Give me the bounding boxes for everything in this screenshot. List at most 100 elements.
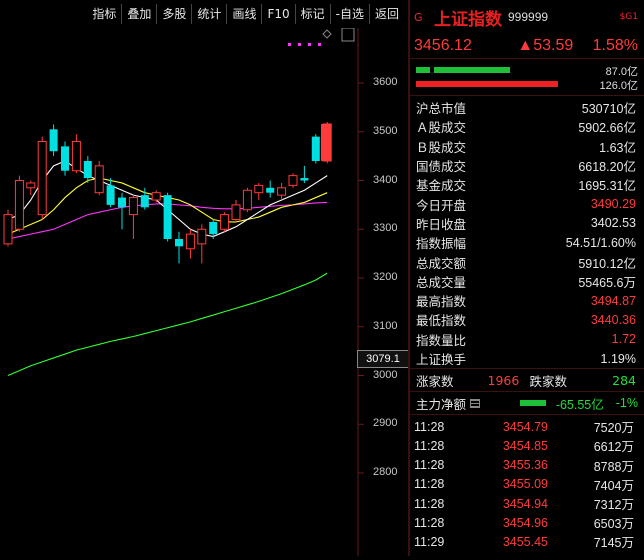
stat-label: 最低指数: [416, 313, 467, 329]
marker-dot: [318, 43, 321, 46]
index-tag: $G1: [619, 12, 638, 22]
stat-row: 指数量比 1.72: [410, 330, 644, 349]
stat-label: 沪总市值: [416, 101, 467, 117]
tick-row: 11:29 3455.45 7145万: [410, 532, 644, 551]
candle-body: [175, 239, 183, 247]
group-badge: G: [414, 10, 423, 24]
stat-value: 55465.6万: [578, 275, 636, 290]
stat-value: 1.19%: [600, 351, 636, 366]
stat-value: 6618.20亿: [578, 160, 636, 175]
index-header: G 上证指数 999999 $G1: [410, 0, 644, 34]
stat-label: 总成交量: [416, 274, 467, 290]
toolbar-button[interactable]: 多股: [156, 4, 191, 24]
stat-row: Ｂ股成交 1.63亿: [410, 137, 644, 156]
candle-body: [311, 136, 320, 161]
tick-row: 11:28 3454.85 6612万: [410, 436, 644, 455]
flow-bar: [519, 400, 546, 407]
index-name[interactable]: 上证指数: [434, 5, 502, 30]
toolbar-button[interactable]: 标记: [294, 4, 330, 24]
toolbar-button[interactable]: 叠加: [121, 4, 156, 24]
tick-price: 3455.09: [502, 477, 548, 492]
tick-volume: 7312万: [593, 498, 634, 512]
y-axis-tick-label: 3500: [373, 124, 398, 137]
stat-row: 总成交额 5910.12亿: [410, 252, 644, 271]
stat-value: 3440.36: [590, 312, 636, 327]
candle-body: [231, 204, 241, 220]
candle-body: [49, 129, 58, 152]
toolbar-button[interactable]: 统计: [191, 4, 226, 24]
stat-value: 3494.87: [590, 293, 636, 308]
kline-svg: [3, 27, 364, 556]
stat-row: 今日开盘 3490.29: [410, 194, 644, 213]
candle-body: [288, 175, 298, 186]
marker-dot: [308, 43, 311, 46]
stat-value: 5902.66亿: [578, 121, 636, 136]
stat-row: 沪总市值 530710亿: [410, 98, 644, 117]
tick-price: 3454.94: [502, 496, 548, 511]
candle-body: [3, 214, 13, 245]
stat-label: 基金成交: [416, 178, 467, 194]
candle-body: [140, 195, 149, 208]
chart-toolbar: 指标 叠加 多股 统计 画线 F10 标记 -自选 返回: [0, 0, 408, 28]
toolbar-button[interactable]: 画线: [226, 4, 261, 24]
y-axis-tick-label: 3200: [373, 271, 398, 283]
stat-row: 指数振幅 54.51/1.60%: [410, 233, 644, 252]
y-axis-tick-label: 3000: [373, 368, 398, 381]
advance-decline-row: 涨家数 1966 跌家数 284: [410, 368, 644, 393]
stat-label: 今日开盘: [416, 197, 467, 213]
tick-time: 11:28: [414, 496, 445, 511]
toolbar-button[interactable]: -自选: [329, 4, 369, 24]
stats-list: 沪总市值 530710亿 Ａ股成交 5902.66亿 Ｂ股成交 1.63亿 国债成交 6618…: [410, 96, 644, 368]
tick-time: 11:28: [414, 419, 445, 434]
tick-row: 11:28 3454.96 6503万: [410, 513, 644, 532]
candle-body: [277, 187, 287, 196]
tick-price: 3454.79: [502, 419, 548, 434]
current-price-tag: 3079.1: [357, 350, 409, 368]
main-flow-value: -65.55亿: [555, 397, 604, 412]
toolbar-button[interactable]: 指标: [87, 4, 121, 24]
down-count-label: 跌家数: [529, 373, 568, 389]
tick-time: 11:28: [414, 458, 445, 473]
stat-label: 昨日收盘: [416, 216, 467, 232]
stat-row: 上证换手 1.19%: [410, 349, 644, 368]
tick-volume: 7404万: [593, 478, 634, 493]
y-axis-tick-label: 3400: [373, 173, 398, 186]
y-axis-tick-label: 2800: [373, 466, 398, 478]
volume-bar-green-long: [434, 67, 510, 73]
toolbar-button[interactable]: F10: [261, 4, 294, 24]
stat-value: 3402.53: [590, 216, 636, 231]
tick-time: 11:28: [414, 477, 445, 492]
latest-candle: [321, 123, 331, 161]
volume-bottom-value: 126.0亿: [599, 80, 638, 92]
candle-body: [220, 214, 230, 230]
price-change: ▲53.59: [517, 37, 574, 54]
tick-volume: 7145万: [593, 536, 634, 551]
stat-label: 指数量比: [416, 332, 467, 348]
toolbar-button[interactable]: 返回: [368, 4, 404, 24]
volume-bar-green: [416, 67, 430, 73]
tick-volume: 6612万: [593, 440, 634, 455]
candle-body: [71, 141, 81, 172]
main-flow-percent: -1%: [615, 396, 638, 411]
tick-volume: 8788万: [593, 459, 634, 474]
list-icon[interactable]: [470, 398, 481, 408]
stat-label: 最高指数: [416, 294, 467, 310]
tick-time: 11:29: [414, 534, 445, 549]
candle-body: [254, 184, 264, 194]
candle-body: [128, 197, 138, 216]
tick-price: 3455.36: [502, 458, 548, 473]
stat-row: 最低指数 3440.36: [410, 310, 644, 329]
up-count: 1966: [487, 372, 520, 388]
candle-body: [242, 189, 252, 211]
stat-value: 54.51/1.60%: [565, 235, 636, 250]
volume-bar-red: [416, 81, 558, 87]
candle-body: [300, 178, 309, 181]
collapse-icon: [341, 27, 355, 42]
main-flow-label: 主力净额: [416, 396, 467, 412]
candle-body: [163, 195, 172, 239]
candle-body: [26, 182, 36, 189]
tick-volume: 7520万: [593, 421, 634, 436]
tick-row: 11:28 3454.79 7520万: [410, 417, 644, 436]
stat-row: 昨日收盘 3402.53: [410, 214, 644, 233]
kline-chart[interactable]: 3600 3500 3400 3300 3200 3100 3000 2900 2800 307…: [0, 27, 409, 556]
